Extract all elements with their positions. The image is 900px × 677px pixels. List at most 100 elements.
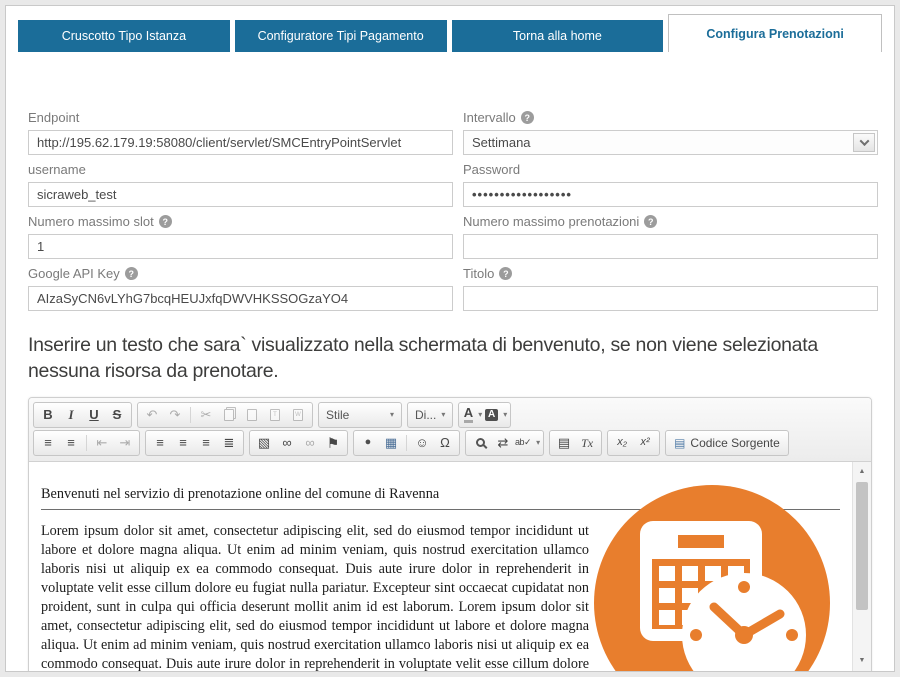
- iframe-icon: ●: [364, 436, 372, 449]
- settings-form: Endpoint http://195.62.179.19:58080/clie…: [28, 110, 894, 318]
- superscript-button[interactable]: x²: [634, 433, 656, 453]
- size-dropdown-label: Di...: [415, 407, 437, 422]
- subscript-icon: x₂: [617, 436, 627, 449]
- toolbar-group: x₂ x²: [607, 429, 661, 456]
- select-arrow-button[interactable]: [853, 133, 875, 152]
- max-slot-input[interactable]: 1: [28, 234, 453, 259]
- toolbar-row-2: ≡ ≡ ⇤ ⇥ ≡ ≡ ≡ ≣ ▧ ∞ ∞ ⚑ ● ▦ ☺ Ω ⇄ ab✓ ▾ ▤ Tx x₂ x² ▤ Codice Sorg…: [33, 429, 867, 457]
- tab-cruscotto-tipo-istanza[interactable]: Cruscotto Tipo Istanza: [18, 20, 230, 52]
- anchor-button[interactable]: ⚑: [322, 433, 344, 453]
- align-right-button[interactable]: ≡: [195, 433, 217, 453]
- special-char-button[interactable]: Ω: [434, 433, 456, 453]
- size-dropdown[interactable]: Di... ▾: [407, 401, 453, 428]
- username-input[interactable]: sicraweb_test: [28, 182, 453, 207]
- toolbar-separator: [86, 434, 87, 451]
- select-all-button[interactable]: ▤: [553, 433, 575, 453]
- scroll-up-icon[interactable]: ▲: [853, 464, 871, 480]
- paste-text-button[interactable]: T: [264, 405, 286, 425]
- indent-icon: ⇥: [119, 435, 131, 451]
- italic-button[interactable]: I: [60, 405, 82, 425]
- tab-configura-prenotazioni[interactable]: Configura Prenotazioni: [668, 14, 882, 52]
- source-button[interactable]: ▤ Codice Sorgente: [665, 429, 789, 456]
- underline-button[interactable]: U: [83, 405, 105, 425]
- remove-format-button[interactable]: Tx: [576, 433, 598, 453]
- replace-button[interactable]: ⇄: [492, 433, 514, 453]
- background-color-button[interactable]: A ▾: [485, 405, 507, 425]
- strikethrough-icon: S: [112, 407, 122, 423]
- spellcheck-icon: ab✓: [515, 437, 532, 448]
- google-api-key-label: Google API Key ?: [28, 266, 453, 281]
- help-icon[interactable]: ?: [499, 267, 513, 280]
- editor-scrollbar[interactable]: ▲ ▼: [852, 461, 871, 671]
- toolbar-group: ▤ Tx: [549, 429, 603, 456]
- align-center-icon: ≡: [179, 435, 187, 451]
- caret-icon: ▾: [389, 410, 394, 420]
- text-color-button[interactable]: A ▾: [462, 405, 484, 425]
- password-input[interactable]: ••••••••••••••••••: [463, 182, 878, 207]
- max-slot-label: Numero massimo slot ?: [28, 214, 453, 229]
- page: Cruscotto Tipo Istanza Configuratore Tipi…: [5, 5, 895, 672]
- caret-icon: ▾: [536, 438, 541, 448]
- endpoint-field-cell: Endpoint http://195.62.179.19:58080/clie…: [28, 110, 453, 155]
- paste-word-icon: W: [293, 408, 303, 421]
- link-button[interactable]: ∞: [276, 433, 298, 453]
- titolo-field-cell: Titolo ?: [463, 266, 878, 311]
- subscript-button[interactable]: x₂: [611, 433, 633, 453]
- numbered-list-button[interactable]: ≡: [37, 433, 59, 453]
- cut-button[interactable]: ✂: [195, 405, 217, 425]
- background-color-icon: A: [485, 408, 499, 421]
- paste-word-button[interactable]: W: [287, 405, 309, 425]
- smiley-button[interactable]: ☺: [411, 433, 433, 453]
- iframe-button[interactable]: ●: [357, 433, 379, 453]
- find-button[interactable]: [469, 433, 491, 453]
- spellcheck-button[interactable]: ab✓ ▾: [515, 433, 540, 453]
- tab-torna-alla-home[interactable]: Torna alla home: [451, 20, 664, 52]
- help-icon[interactable]: ?: [644, 215, 658, 228]
- help-icon[interactable]: ?: [520, 111, 534, 124]
- redo-button[interactable]: ↷: [164, 405, 186, 425]
- scrollbar-thumb[interactable]: [856, 481, 868, 610]
- max-prenotazioni-input[interactable]: [463, 234, 878, 259]
- endpoint-label-text: Endpoint: [28, 110, 80, 125]
- bold-button[interactable]: B: [37, 405, 59, 425]
- endpoint-input[interactable]: http://195.62.179.19:58080/client/servle…: [28, 130, 453, 155]
- toolbar-group: ↶ ↷ ✂ T W: [137, 401, 313, 428]
- max-prenotazioni-label: Numero massimo prenotazioni ?: [463, 214, 878, 229]
- align-center-button[interactable]: ≡: [172, 433, 194, 453]
- intervallo-select[interactable]: Settimana: [463, 130, 878, 155]
- undo-button[interactable]: ↶: [141, 405, 163, 425]
- underline-icon: U: [89, 407, 99, 423]
- titolo-input[interactable]: [463, 286, 878, 311]
- numbered-list-icon: ≡: [44, 435, 52, 451]
- indent-button[interactable]: ⇥: [114, 433, 136, 453]
- password-label: Password: [463, 162, 878, 177]
- justify-button[interactable]: ≣: [218, 433, 240, 453]
- outdent-button[interactable]: ⇤: [91, 433, 113, 453]
- copy-button[interactable]: [218, 405, 240, 425]
- align-left-button[interactable]: ≡: [149, 433, 171, 453]
- intervallo-label: Intervallo ?: [463, 110, 878, 125]
- editor-content-area[interactable]: Benvenuti nel servizio di prenotazione o…: [29, 461, 871, 671]
- image-button[interactable]: ▧: [253, 433, 275, 453]
- scroll-down-icon[interactable]: ▼: [853, 653, 871, 669]
- google-api-key-input[interactable]: AIzaSyCN6vLYhG7bcqHEUJxfqDWVHKSSOGzaYO4: [28, 286, 453, 311]
- editor-paragraph: Lorem ipsum dolor sit amet, consectetur …: [41, 522, 589, 671]
- tab-configuratore-tipi-pagamento[interactable]: Configuratore Tipi Pagamento: [234, 20, 447, 52]
- bullet-list-button[interactable]: ≡: [60, 433, 82, 453]
- help-icon[interactable]: ?: [158, 215, 172, 228]
- caret-icon: ▾: [441, 410, 446, 420]
- google-api-key-field-cell: Google API Key ? AIzaSyCN6vLYhG7bcqHEUJx…: [28, 266, 453, 311]
- replace-icon: ⇄: [497, 435, 509, 451]
- table-button[interactable]: ▦: [380, 433, 402, 453]
- unlink-button[interactable]: ∞: [299, 433, 321, 453]
- editor-toolbar: B I U S ↶ ↷ ✂ T W Stile ▾ Di... ▾ A ▾ A ▾ ≡ ≡ ⇤ ⇥ ≡ ≡ ≡ ≣ ▧ ∞ ∞ ⚑ ● ▦…: [29, 397, 871, 462]
- paste-button[interactable]: [241, 405, 263, 425]
- help-icon[interactable]: ?: [124, 267, 138, 280]
- username-field-cell: username sicraweb_test: [28, 162, 453, 207]
- max-slot-field-cell: Numero massimo slot ? 1: [28, 214, 453, 259]
- smiley-icon: ☺: [415, 435, 429, 451]
- style-dropdown[interactable]: Stile ▾: [318, 401, 402, 428]
- strikethrough-button[interactable]: S: [106, 405, 128, 425]
- align-left-icon: ≡: [156, 435, 164, 451]
- select-all-icon: ▤: [557, 435, 571, 451]
